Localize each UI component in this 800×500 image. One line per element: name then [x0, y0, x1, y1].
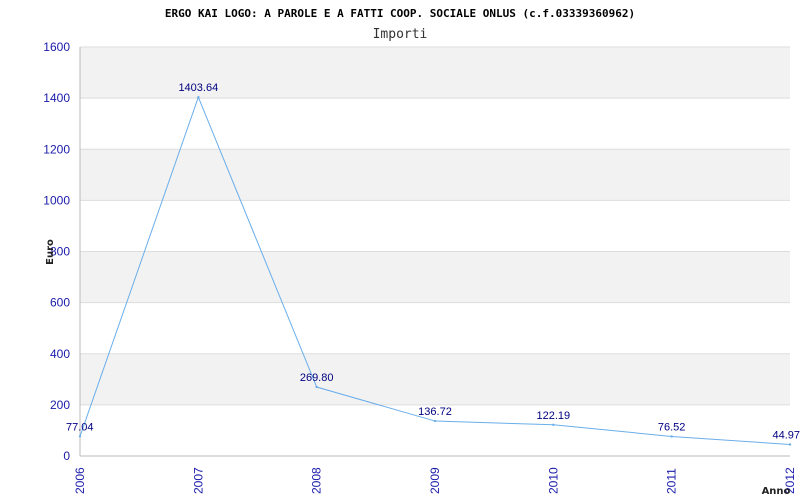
data-label: 269.80	[300, 372, 334, 384]
data-label: 122.19	[537, 410, 571, 422]
grid-band	[80, 98, 790, 150]
x-tick-label: 2009	[428, 467, 442, 494]
y-tick-label: 0	[63, 449, 70, 463]
data-label: 44.97	[772, 430, 800, 442]
x-tick-label: 2008	[310, 467, 324, 494]
data-point	[197, 95, 200, 99]
grid-band	[80, 251, 790, 303]
chart-root: 02004006008001000120014001600 2006 2007 20…	[43, 7, 800, 497]
data-label: 1403.64	[178, 82, 218, 94]
data-point	[788, 443, 792, 446]
y-tick-label: 200	[50, 398, 70, 412]
x-tick-labels: 2006 2007 2008 2009 2010 2011 2012	[73, 467, 797, 494]
data-point	[433, 419, 437, 423]
y-tick-label: 400	[50, 347, 70, 361]
y-tick-label: 600	[50, 296, 70, 310]
grid-band	[80, 200, 790, 252]
data-point	[78, 435, 82, 438]
chart-title: ERGO KAI LOGO: A PAROLE E A FATTI COOP. …	[165, 7, 635, 20]
y-tick-label: 1200	[43, 142, 70, 156]
data-point	[315, 385, 318, 389]
data-label: 136.72	[418, 406, 452, 418]
y-tick-label: 1600	[43, 40, 70, 54]
data-label: 76.52	[658, 421, 686, 433]
data-point	[670, 435, 673, 438]
y-axis-label: Euro	[45, 239, 56, 265]
y-tick-label: 1400	[43, 91, 70, 105]
data-point	[552, 423, 555, 426]
data-label: 77.04	[66, 421, 94, 433]
y-tick-label: 1000	[43, 193, 70, 207]
x-tick-label: 2010	[546, 467, 560, 494]
x-tick-label: 2011	[665, 468, 679, 494]
x-tick-label: 2007	[191, 467, 205, 494]
grid-band	[80, 149, 790, 201]
chart-subtitle: Importi	[373, 27, 428, 42]
grid-band	[80, 353, 790, 405]
grid-band	[80, 302, 790, 354]
x-tick-label: 2006	[73, 467, 87, 494]
x-axis-label: Anno	[762, 486, 791, 497]
